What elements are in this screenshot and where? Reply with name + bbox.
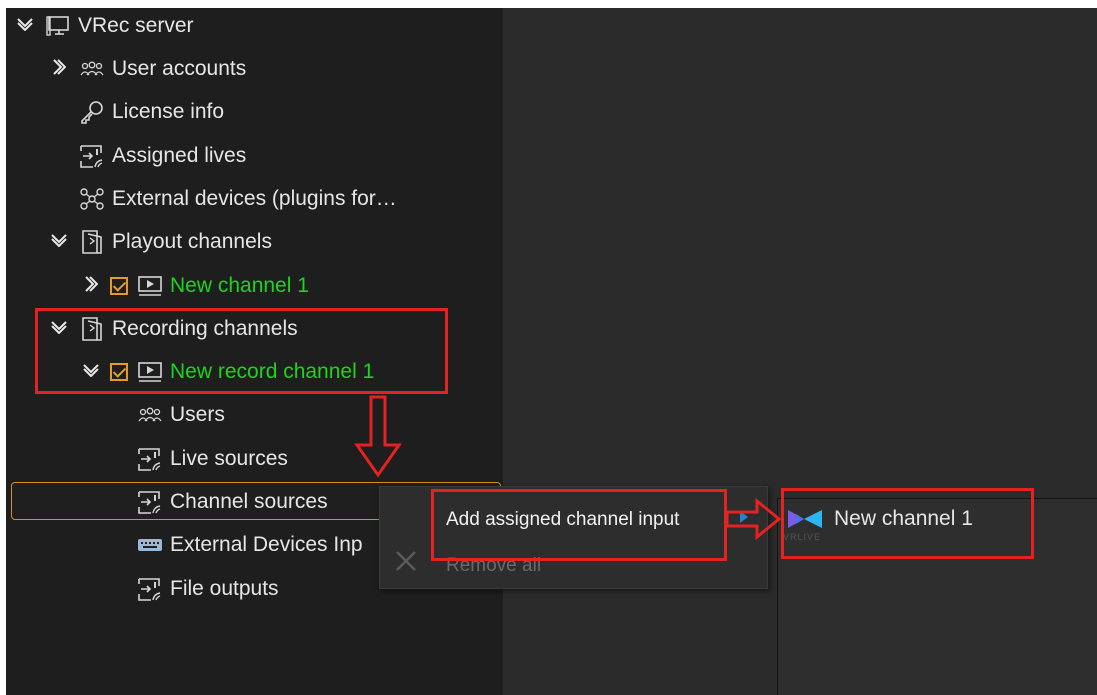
tree-item-label: VRec server bbox=[78, 14, 194, 37]
tree-item-license-info[interactable]: License info bbox=[78, 94, 224, 130]
tree-item-label: License info bbox=[112, 100, 225, 123]
users-icon bbox=[136, 401, 164, 429]
chevron-right-icon[interactable] bbox=[78, 275, 104, 298]
tree-item-user-accounts[interactable]: User accounts bbox=[46, 51, 246, 87]
keyboard-icon bbox=[136, 531, 164, 559]
tree-item-playout-channel-1[interactable]: New channel 1 bbox=[78, 268, 309, 304]
tree-item-label: Assigned lives bbox=[112, 144, 247, 167]
submenu-arrow-icon bbox=[740, 511, 748, 523]
chevron-right-icon[interactable] bbox=[46, 58, 72, 81]
network-nodes-icon bbox=[78, 185, 106, 213]
users-icon bbox=[78, 55, 106, 83]
tree-item-label: New channel 1 bbox=[170, 274, 309, 297]
tree-item-label: External devices (plugins for… bbox=[112, 187, 397, 210]
tree-item-label: Users bbox=[170, 403, 225, 426]
annotation-box-recording-channels bbox=[35, 308, 448, 394]
tree-item-label: User accounts bbox=[112, 57, 247, 80]
tree-item-label: Live sources bbox=[170, 447, 288, 470]
channel-folder-icon bbox=[78, 228, 106, 256]
tree-item-playout-channels[interactable]: Playout channels bbox=[46, 224, 272, 260]
live-source-icon bbox=[136, 575, 164, 603]
channel-enabled-checkbox[interactable] bbox=[110, 277, 128, 295]
tree-item-external-devices[interactable]: External devices (plugins for… bbox=[78, 181, 397, 217]
close-icon bbox=[396, 551, 416, 571]
tree-item-users[interactable]: Users bbox=[136, 397, 225, 433]
chevron-down-icon[interactable] bbox=[12, 17, 38, 36]
live-source-icon bbox=[136, 445, 164, 473]
tree-item-assigned-lives[interactable]: Assigned lives bbox=[78, 138, 246, 174]
tree-item-channel-sources[interactable]: Channel sources bbox=[136, 484, 328, 520]
tree-item-label: Playout channels bbox=[112, 230, 272, 253]
tree-item-label: Channel sources bbox=[170, 490, 328, 513]
tree-item-file-outputs[interactable]: File outputs bbox=[136, 571, 279, 607]
chevron-down-icon[interactable] bbox=[46, 233, 72, 252]
tree-item-label: External Devices Inp bbox=[170, 533, 363, 556]
annotation-box-menu-item bbox=[431, 489, 727, 561]
live-source-icon bbox=[78, 142, 106, 170]
key-icon bbox=[78, 98, 106, 126]
live-source-icon bbox=[136, 488, 164, 516]
tree-item-external-devices-input[interactable]: External Devices Inp bbox=[136, 527, 363, 563]
play-screen-icon bbox=[136, 272, 164, 300]
tree-item-live-sources[interactable]: Live sources bbox=[136, 441, 288, 477]
tree-item-vrec-server[interactable]: VRec server bbox=[12, 8, 194, 44]
monitor-icon bbox=[44, 12, 72, 40]
annotation-box-submenu-item bbox=[781, 488, 1034, 559]
tree-item-label: File outputs bbox=[170, 577, 279, 600]
